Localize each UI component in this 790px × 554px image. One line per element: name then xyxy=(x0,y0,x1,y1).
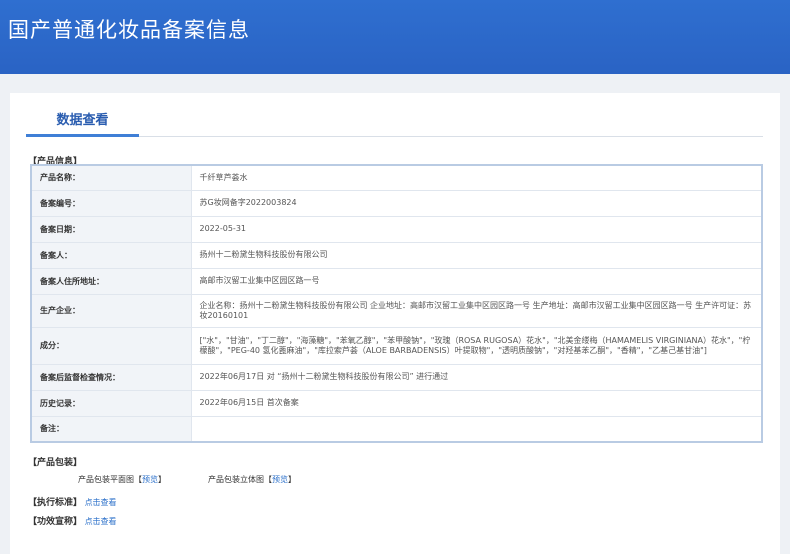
section-standard: 【执行标准】 xyxy=(28,498,83,508)
row-key: 备案日期： xyxy=(30,215,192,243)
section-efficacy: 【功效宣称】 xyxy=(28,517,83,527)
efficacy-row: 【功效宣称】 点击查看 xyxy=(28,514,117,527)
bracket-close: 】 xyxy=(288,475,296,484)
table-row: 备注： xyxy=(30,415,763,443)
row-key: 备案人住所地址： xyxy=(30,267,192,295)
efficacy-view-link[interactable]: 点击查看 xyxy=(85,517,117,526)
row-value: 苏G妆网备字2022003824 xyxy=(190,189,763,217)
row-value: 2022-05-31 xyxy=(190,215,763,243)
standard-row: 【执行标准】 点击查看 xyxy=(28,495,117,508)
content-panel: 数据查看 【产品信息】 产品名称： 千纤草芦荟水 备案编号： 苏G妆网备字202… xyxy=(10,93,780,554)
row-value: ["水"，"甘油"，"丁二醇"，"海藻糖"，"苯氧乙醇"，"苯甲酸钠"，"玫瑰（… xyxy=(190,326,763,365)
table-row: 历史记录： 2022年06月15日 首次备案 xyxy=(30,389,763,417)
page-header: 国产普通化妆品备案信息 xyxy=(0,0,790,74)
table-row: 成分： ["水"，"甘油"，"丁二醇"，"海藻糖"，"苯氧乙醇"，"苯甲酸钠"，… xyxy=(30,326,763,365)
package-stereo: 产品包装立体图【预览】 xyxy=(208,474,296,485)
package-flat-label: 产品包装平面图 xyxy=(78,475,134,484)
table-row: 备案日期： 2022-05-31 xyxy=(30,215,763,243)
table-row: 备案后监督检查情况： 2022年06月17日 对 “扬州十二粉黛生物科技股份有限… xyxy=(30,363,763,391)
table-row: 生产企业： 企业名称：扬州十二粉黛生物科技股份有限公司 企业地址：高邮市汉留工业… xyxy=(30,293,763,328)
row-value: 2022年06月15日 首次备案 xyxy=(190,389,763,417)
row-value xyxy=(190,415,763,443)
row-key: 生产企业： xyxy=(30,293,192,328)
row-key: 备案后监督检查情况： xyxy=(30,363,192,391)
page-title: 国产普通化妆品备案信息 xyxy=(8,18,250,42)
package-stereo-label: 产品包装立体图 xyxy=(208,475,264,484)
table-row: 备案编号： 苏G妆网备字2022003824 xyxy=(30,189,763,217)
row-key: 备注： xyxy=(30,415,192,443)
tab-active-indicator xyxy=(26,134,139,137)
row-key: 产品名称： xyxy=(30,164,192,191)
table-row: 备案人： 扬州十二粉黛生物科技股份有限公司 xyxy=(30,241,763,269)
package-flat: 产品包装平面图【预览】 xyxy=(78,474,166,485)
table-row: 备案人住所地址： 高邮市汉留工业集中区园区路一号 xyxy=(30,267,763,295)
section-product-package: 【产品包装】 xyxy=(28,458,83,468)
bracket-open: 【 xyxy=(264,475,272,484)
standard-view-link[interactable]: 点击查看 xyxy=(85,498,117,507)
row-key: 备案编号： xyxy=(30,189,192,217)
row-value: 2022年06月17日 对 “扬州十二粉黛生物科技股份有限公司” 进行通过 xyxy=(190,363,763,391)
bracket-close: 】 xyxy=(158,475,166,484)
row-value: 千纤草芦荟水 xyxy=(190,164,763,191)
product-info-table: 产品名称： 千纤草芦荟水 备案编号： 苏G妆网备字2022003824 备案日期… xyxy=(30,164,763,443)
row-value: 扬州十二粉黛生物科技股份有限公司 xyxy=(190,241,763,269)
row-key: 历史记录： xyxy=(30,389,192,417)
tab-label: 数据查看 xyxy=(56,113,109,128)
bracket-open: 【 xyxy=(134,475,142,484)
row-key: 备案人： xyxy=(30,241,192,269)
preview-flat-link[interactable]: 预览 xyxy=(142,475,158,484)
row-value: 高邮市汉留工业集中区园区路一号 xyxy=(190,267,763,295)
table-row: 产品名称： 千纤草芦荟水 xyxy=(30,164,763,191)
row-key: 成分： xyxy=(30,326,192,365)
row-value: 企业名称：扬州十二粉黛生物科技股份有限公司 企业地址：高邮市汉留工业集中区园区路… xyxy=(190,293,763,328)
preview-stereo-link[interactable]: 预览 xyxy=(272,475,288,484)
